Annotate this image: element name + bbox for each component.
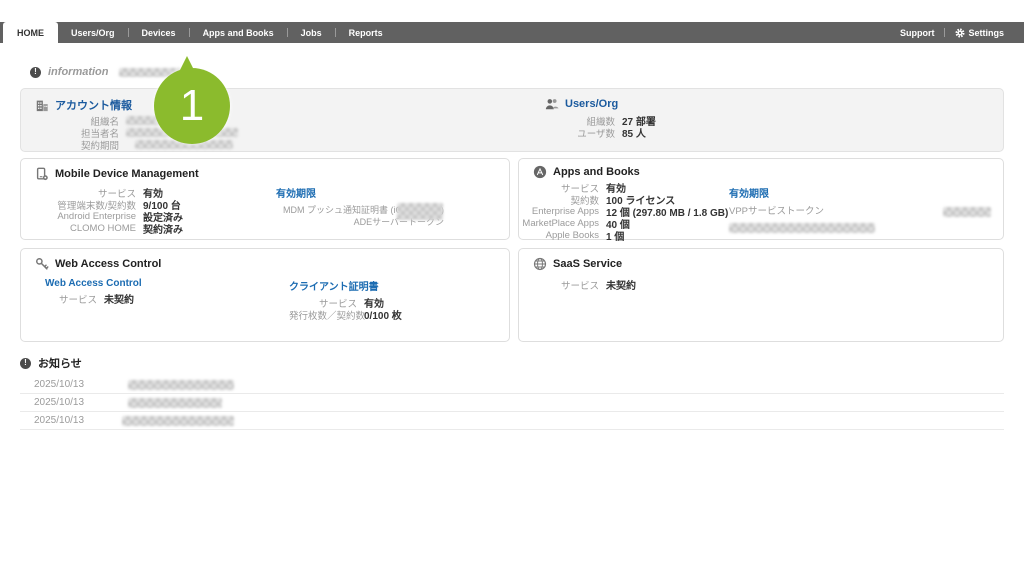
news-title: お知らせ — [38, 355, 82, 371]
key-icon — [35, 257, 49, 271]
users-org-header: Users/Org — [545, 97, 618, 111]
mdm-expiry-link[interactable]: 有効期限 — [276, 185, 444, 200]
users-icon — [545, 97, 559, 111]
field-value: 未契約 — [606, 277, 636, 292]
field-label: 管理端末数/契約数 — [21, 198, 136, 212]
account-info-title: アカウント情報 — [55, 97, 132, 113]
news-text-redacted — [128, 398, 222, 408]
client-certificate-link[interactable]: クライアント証明書 — [289, 278, 402, 293]
news-text-redacted — [128, 380, 234, 390]
news-list: 2025/10/13 2025/10/13 2025/10/13 — [20, 376, 1004, 430]
settings-link[interactable]: Settings — [945, 28, 1014, 38]
apps-and-books-rows: サービス 有効 契約数 100 ライセンス Enterprise Apps 12… — [519, 182, 728, 242]
tab-users-org[interactable]: Users/Org — [58, 22, 128, 43]
gear-icon — [955, 28, 965, 38]
tab-home[interactable]: HOME — [3, 22, 58, 43]
news-text-redacted — [122, 416, 234, 426]
globe-icon — [533, 257, 547, 271]
news-date: 2025/10/13 — [34, 397, 96, 408]
apps-and-books-card: Apps and Books サービス 有効 契約数 100 ライセンス Ent… — [518, 158, 1004, 240]
wac-title: Web Access Control — [55, 258, 161, 270]
field-value: 1 個 — [606, 228, 624, 243]
wac-link[interactable]: Web Access Control — [45, 278, 142, 289]
client-cert-group: クライアント証明書 サービス 有効 発行枚数／契約数 0/100 枚 — [289, 278, 402, 321]
stat-row: 発行枚数／契約数 0/100 枚 — [289, 309, 402, 320]
top-navigation-bar: HOME Users/Org Devices Apps and Books Jo… — [0, 22, 1024, 43]
field-label: 契約期間 — [35, 138, 119, 152]
field-value: 0/100 枚 — [364, 307, 402, 322]
marker-circle: 1 — [154, 68, 230, 144]
saas-header: SaaS Service — [533, 257, 622, 271]
news-section: お知らせ 2025/10/13 2025/10/13 2025/10/13 — [20, 355, 1004, 430]
wac-header: Web Access Control — [35, 257, 161, 271]
saas-service-card: SaaS Service サービス 未契約 — [518, 248, 1004, 342]
tab-devices[interactable]: Devices — [129, 22, 189, 43]
apps-and-books-title: Apps and Books — [553, 166, 640, 178]
field-label: Apple Books — [519, 230, 599, 241]
saas-title: SaaS Service — [553, 258, 622, 270]
app-store-icon — [533, 165, 547, 179]
support-link[interactable]: Support — [890, 28, 945, 38]
mdm-expiry-redacted — [397, 203, 443, 220]
news-header: お知らせ — [20, 355, 1004, 371]
building-icon — [35, 98, 49, 112]
nav-right-group: Support Settings — [890, 22, 1024, 43]
stat-row: ユーザ数 85 人 — [559, 127, 656, 138]
field-label: サービス — [519, 278, 599, 292]
field-label: 契約数 — [519, 193, 599, 207]
wac-left-group: Web Access Control サービス 未契約 — [45, 278, 142, 305]
field-value: 契約済み — [143, 221, 183, 236]
mobile-device-icon — [35, 167, 49, 181]
stat-row: サービス 未契約 — [519, 279, 636, 290]
field-label: Android Enterprise — [21, 211, 136, 222]
field-value: 85 人 — [622, 125, 646, 140]
stat-row: Apple Books 1 個 — [519, 230, 728, 241]
tab-apps-and-books[interactable]: Apps and Books — [190, 22, 287, 43]
vpp-token-redacted — [729, 223, 875, 233]
stat-row: サービス 未契約 — [45, 293, 142, 304]
mdm-header: Mobile Device Management — [35, 167, 199, 181]
apps-books-expiry-link[interactable]: 有効期限 — [729, 185, 875, 200]
apps-and-books-header: Apps and Books — [533, 165, 640, 179]
field-value: 未契約 — [104, 291, 134, 306]
news-date: 2025/10/13 — [34, 415, 96, 426]
news-item[interactable]: 2025/10/13 — [20, 412, 1004, 430]
field-label: Enterprise Apps — [519, 206, 599, 217]
users-org-rows: 組織数 27 部署 ユーザ数 85 人 — [559, 115, 656, 139]
vpp-token-label: VPPサービストークン — [729, 203, 875, 217]
news-date: 2025/10/13 — [34, 379, 96, 390]
apps-books-expiry-group: 有効期限 VPPサービストークン — [729, 185, 875, 238]
field-label: ユーザ数 — [559, 126, 615, 140]
step-marker-1: 1 — [154, 54, 230, 144]
field-label: MarketPlace Apps — [519, 218, 599, 229]
vpp-expiry-date-redacted — [943, 207, 991, 217]
marker-number: 1 — [180, 81, 204, 131]
announcement-icon — [20, 358, 31, 369]
information-label: information — [48, 66, 109, 78]
settings-label: Settings — [968, 28, 1004, 38]
users-org-title: Users/Org — [565, 98, 618, 110]
info-icon — [30, 67, 41, 78]
field-label: 発行枚数／契約数 — [289, 308, 357, 322]
web-access-control-card: Web Access Control Web Access Control サー… — [20, 248, 510, 342]
saas-rows: サービス 未契約 — [519, 279, 636, 291]
field-label: CLOMO HOME — [21, 223, 136, 234]
tab-jobs[interactable]: Jobs — [288, 22, 335, 43]
stat-row: CLOMO HOME 契約済み — [21, 223, 183, 234]
mdm-title: Mobile Device Management — [55, 168, 199, 180]
mdm-card: Mobile Device Management サービス 有効 管理端末数/契… — [20, 158, 510, 240]
news-item[interactable]: 2025/10/13 — [20, 376, 1004, 394]
mdm-rows: サービス 有効 管理端末数/契約数 9/100 台 Android Enterp… — [21, 187, 183, 235]
account-info-header: アカウント情報 — [35, 97, 132, 113]
field-label: サービス — [45, 292, 97, 306]
news-item[interactable]: 2025/10/13 — [20, 394, 1004, 412]
tab-reports[interactable]: Reports — [336, 22, 396, 43]
